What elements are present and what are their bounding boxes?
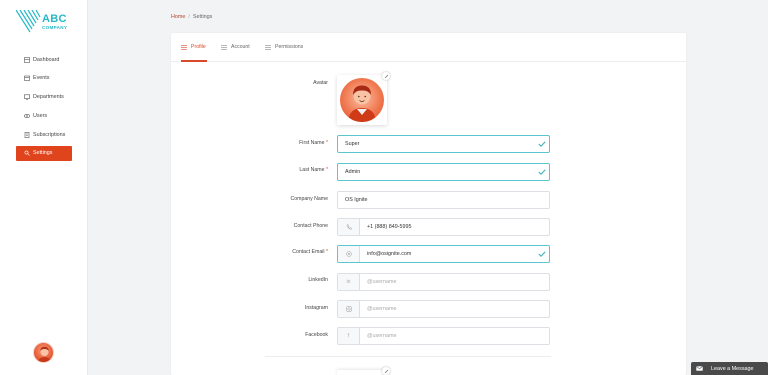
last-name-field[interactable]: Admin xyxy=(337,163,550,181)
contact-email-value: info@osignite.com xyxy=(367,251,412,257)
settings-tabs: Profile Account Permissions xyxy=(171,33,686,62)
company-name-field[interactable]: OS Ignite xyxy=(337,191,550,209)
linkedin-placeholder: @username xyxy=(367,279,397,285)
pencil-icon xyxy=(384,74,388,78)
settings-card: Profile Account Permissions Avatar First… xyxy=(171,33,686,375)
section-divider xyxy=(265,356,551,357)
instagram-placeholder: @username xyxy=(367,306,397,312)
settings-icon xyxy=(24,150,30,157)
first-name-field[interactable]: Super xyxy=(337,135,550,153)
pencil-icon xyxy=(384,369,388,373)
tab-label: Profile xyxy=(191,44,206,50)
sidebar-item-settings[interactable]: Settings xyxy=(16,145,72,161)
dashboard-icon xyxy=(24,56,30,63)
sidebar-item-label: Subscriptions xyxy=(33,131,66,138)
leave-message-label: Leave a Message xyxy=(711,365,754,372)
contact-phone-value: +1 (888) 849-5995 xyxy=(367,224,412,230)
list-icon xyxy=(181,44,187,50)
last-name-label: Last Name * xyxy=(299,167,328,173)
facebook-placeholder: @username xyxy=(367,333,397,339)
required-marker: * xyxy=(325,140,328,146)
brand-subtitle: COMPANY xyxy=(42,25,68,30)
breadcrumb: Home / Settings xyxy=(171,14,212,20)
eye-icon xyxy=(24,113,30,119)
sidebar-item-departments[interactable]: Departments xyxy=(16,90,72,105)
first-name-value: Super xyxy=(345,141,360,147)
linkedin-icon: in xyxy=(338,274,360,290)
phone-icon xyxy=(338,219,360,235)
sidebar-item-label: Events xyxy=(33,75,50,82)
contact-email-field[interactable]: info@osignite.com xyxy=(337,245,550,263)
required-marker: * xyxy=(325,167,328,173)
check-icon xyxy=(535,169,549,175)
at-icon xyxy=(338,246,360,262)
tab-account[interactable]: Account xyxy=(221,44,250,50)
sidebar-item-label: Settings xyxy=(33,150,53,157)
facebook-icon: f xyxy=(338,328,360,344)
tab-profile[interactable]: Profile xyxy=(181,44,206,50)
sidebar-item-dashboard[interactable]: Dashboard xyxy=(16,52,72,67)
avatar-upload[interactable] xyxy=(337,72,390,125)
sidebar-item-label: Users xyxy=(33,112,48,119)
contact-email-label: Contact Email * xyxy=(292,249,328,255)
edit-avatar-button[interactable] xyxy=(382,72,390,80)
avatar-label: Avatar xyxy=(313,80,328,86)
brand-name: ABC xyxy=(42,13,67,25)
calendar-icon xyxy=(24,75,30,82)
user-avatar[interactable] xyxy=(33,342,54,363)
first-name-label: First Name * xyxy=(299,140,328,146)
required-marker: * xyxy=(325,249,328,255)
list-icon xyxy=(265,44,271,50)
sidebar-item-subscriptions[interactable]: Subscriptions xyxy=(16,127,72,142)
tab-label: Account xyxy=(231,44,250,50)
tab-label: Permissions xyxy=(275,44,304,50)
sidebar-item-users[interactable]: Users xyxy=(16,108,72,123)
avatar-image xyxy=(340,78,384,122)
document-icon xyxy=(24,131,30,138)
contact-phone-field[interactable]: +1 (888) 849-5995 xyxy=(337,218,550,236)
instagram-field[interactable]: @username xyxy=(337,300,550,318)
breadcrumb-home-link[interactable]: Home xyxy=(171,14,185,20)
linkedin-field[interactable]: in @username xyxy=(337,273,550,291)
sidebar-nav: Dashboard Events Departments Users Subsc… xyxy=(16,52,72,165)
sidebar-item-label: Dashboard xyxy=(33,56,60,63)
company-name-value: OS Ignite xyxy=(345,197,368,203)
sidebar: ABC COMPANY Dashboard Events Departments… xyxy=(0,0,88,375)
contact-phone-label: Contact Phone xyxy=(293,223,328,229)
edit-image-button[interactable] xyxy=(382,367,390,375)
sidebar-item-label: Departments xyxy=(33,94,64,101)
mail-icon xyxy=(696,366,703,371)
check-icon xyxy=(535,141,549,147)
breadcrumb-separator: / xyxy=(188,14,190,20)
linkedin-label: LinkedIn xyxy=(308,277,328,283)
leave-message-button[interactable]: Leave a Message xyxy=(691,362,768,375)
tab-permissions[interactable]: Permissions xyxy=(265,44,303,50)
monitor-icon xyxy=(24,94,30,100)
sidebar-item-events[interactable]: Events xyxy=(16,71,72,86)
secondary-image-upload[interactable] xyxy=(337,367,390,375)
active-tab-indicator xyxy=(181,60,207,62)
instagram-label: Instagram xyxy=(304,305,328,311)
facebook-label: Facebook xyxy=(305,332,328,338)
breadcrumb-current: Settings xyxy=(192,14,213,20)
facebook-field[interactable]: f @username xyxy=(337,327,550,345)
company-name-label: Company Name xyxy=(290,196,328,202)
last-name-value: Admin xyxy=(345,169,361,175)
list-icon xyxy=(221,44,227,50)
instagram-icon xyxy=(338,301,360,317)
check-icon xyxy=(535,251,549,257)
